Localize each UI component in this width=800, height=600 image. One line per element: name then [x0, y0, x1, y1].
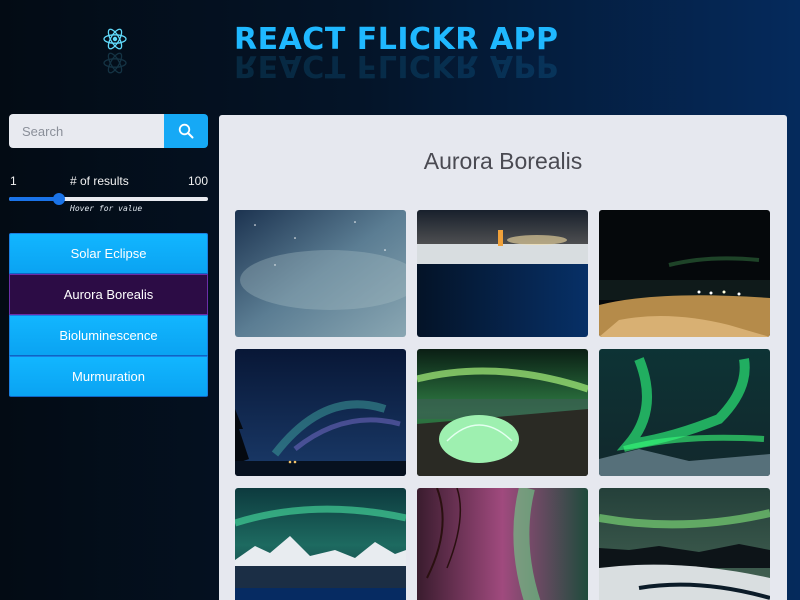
results-slider-labels: 1 # of results 100	[9, 174, 208, 190]
photo-tile[interactable]	[599, 349, 770, 476]
aurora-tent-image	[417, 349, 588, 476]
slider-fill	[9, 197, 59, 201]
aurora-snowy-valley-image	[599, 488, 770, 600]
results-slider[interactable]	[9, 193, 208, 205]
photo-tile[interactable]	[417, 349, 588, 476]
gallery-title: Aurora Borealis	[423, 148, 583, 174]
search-input[interactable]	[9, 114, 164, 148]
topic-aurora-borealis[interactable]: Aurora Borealis	[9, 274, 208, 315]
slider-hint: Hover for value	[70, 204, 143, 213]
slider-max-label: 100	[187, 174, 208, 188]
app-title-reflection: REACT FLICKR APP	[234, 48, 559, 83]
app-header: REACT FLICKR APP REACT FLICKR APP	[0, 0, 800, 100]
aurora-mountains-image	[235, 488, 406, 600]
aurora-pink-green-sky-image	[417, 488, 588, 600]
aurora-green-swirl-image	[599, 349, 770, 476]
photo-tile[interactable]	[235, 488, 406, 600]
photo-tile[interactable]	[417, 210, 588, 337]
photo-tile[interactable]	[235, 210, 406, 337]
gallery-panel: Aurora Borealis	[219, 115, 787, 600]
topic-murmuration[interactable]: Murmuration	[9, 356, 208, 397]
photo-tile[interactable]	[599, 488, 770, 600]
photo-tile[interactable]	[235, 349, 406, 476]
topic-bioluminescence[interactable]: Bioluminescence	[9, 315, 208, 356]
slider-thumb[interactable]	[52, 193, 65, 205]
slider-min-label: 1	[10, 174, 17, 188]
react-atom-icon	[103, 28, 127, 50]
lighthouse-snow-night-image	[417, 210, 588, 337]
search-button[interactable]	[164, 114, 208, 148]
topic-list: Solar Eclipse Aurora Borealis Biolumines…	[9, 233, 208, 397]
aurora-starry-sky-image	[235, 210, 406, 337]
topic-solar-eclipse[interactable]: Solar Eclipse	[9, 233, 208, 274]
photo-tile[interactable]	[417, 488, 588, 600]
slider-label: # of results	[70, 174, 129, 188]
photo-tile[interactable]	[599, 210, 770, 337]
search-icon	[178, 123, 194, 139]
search-bar	[9, 114, 208, 148]
beach-night-lights-image	[599, 210, 770, 337]
react-atom-reflection-icon	[103, 52, 127, 74]
aurora-forest-lake-image	[235, 349, 406, 476]
